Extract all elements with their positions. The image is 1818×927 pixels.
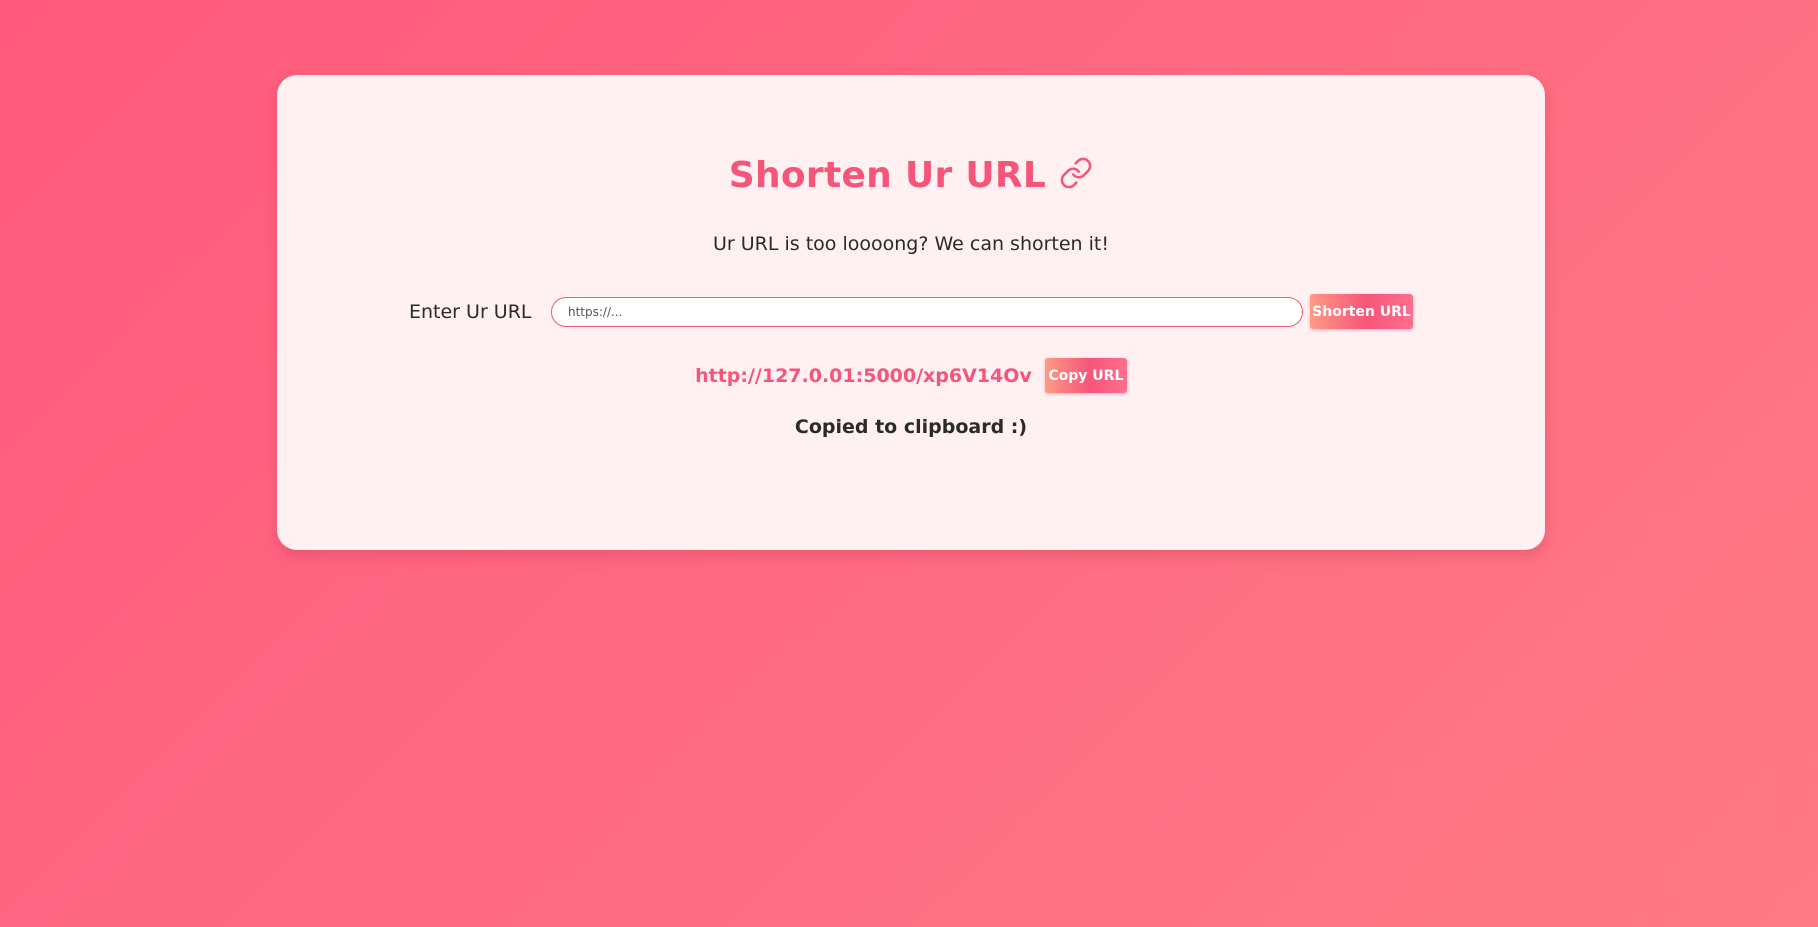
- short-url-link[interactable]: http://127.0.01:5000/xp6V14Ov: [695, 365, 1032, 387]
- url-input-label: Enter Ur URL: [409, 301, 532, 323]
- url-input[interactable]: [551, 297, 1303, 327]
- page-title: Shorten Ur URL: [728, 155, 1047, 196]
- copy-status-message: Copied to clipboard :): [794, 416, 1028, 438]
- result-row: http://127.0.01:5000/xp6V14Ov Copy URL: [277, 358, 1545, 394]
- title-row: Shorten Ur URL: [277, 155, 1545, 205]
- shortener-card: Shorten Ur URL Ur URL is too loooong? We…: [277, 75, 1545, 550]
- link-icon: [1059, 156, 1093, 190]
- page-subtitle: Ur URL is too loooong? We can shorten it…: [713, 233, 1109, 255]
- shorten-url-button[interactable]: Shorten URL: [1310, 294, 1413, 329]
- copy-url-button[interactable]: Copy URL: [1044, 358, 1127, 393]
